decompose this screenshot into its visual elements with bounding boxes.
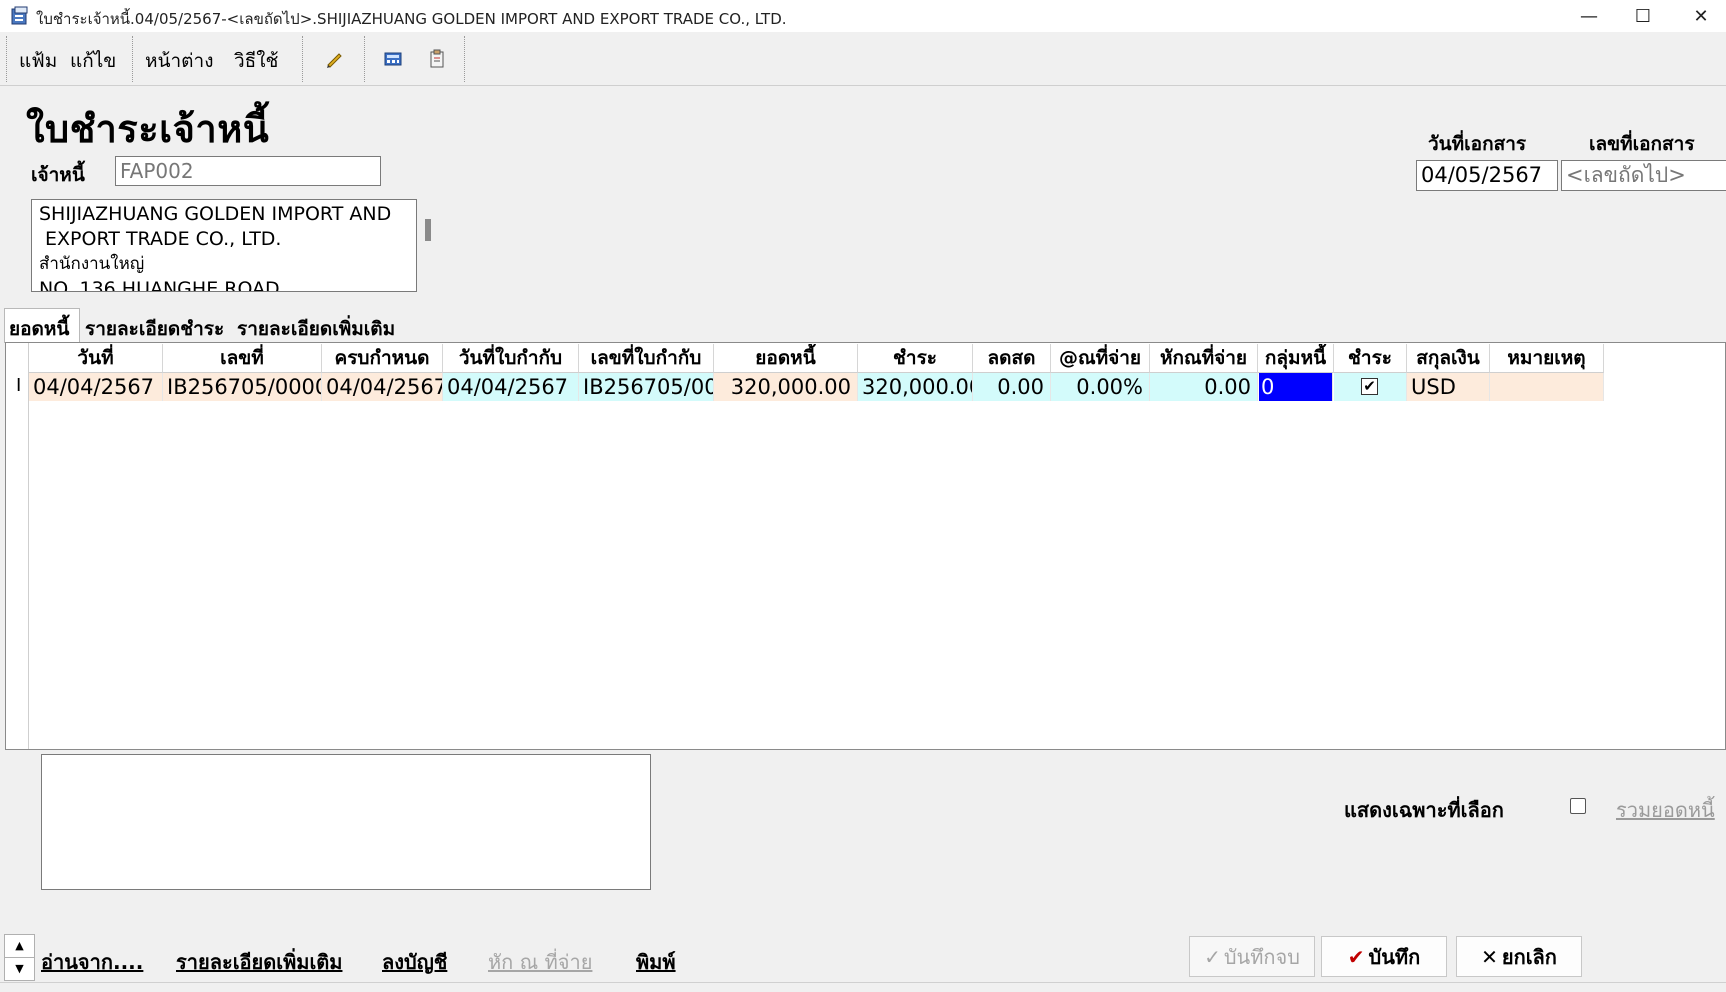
col-invoice-number[interactable]: เลขที่ใบกำกับ: [579, 344, 714, 373]
tab-debt[interactable]: ยอดหนี้: [5, 312, 73, 346]
minimize-button[interactable]: —: [1560, 0, 1618, 32]
window-title: ใบชำระเจ้าหนี้.04/05/2567-<เลขถัดไป>.SHI…: [36, 10, 787, 28]
creditor-label: เจ้าหนี้: [31, 164, 85, 186]
col-paid-flag[interactable]: ชำระ: [1334, 344, 1407, 373]
creditor-field[interactable]: FAP002: [115, 156, 381, 186]
read-from-link[interactable]: อ่านจาก....: [41, 946, 143, 978]
cell-note[interactable]: [1490, 373, 1604, 401]
cell-invoice-number[interactable]: IB256705/00001: [579, 373, 714, 401]
address-line: EXPORT TRADE CO., LTD.: [39, 228, 282, 250]
toolbar-separator: [132, 36, 135, 82]
cancel-label: ยกเลิก: [1501, 944, 1557, 969]
tab-more-details[interactable]: รายละเอียดเพิ่มเติม: [233, 312, 399, 346]
clipboard-icon[interactable]: [426, 48, 448, 70]
more-details-link[interactable]: รายละเอียดเพิ่มเติม: [176, 946, 342, 978]
col-wht-rate[interactable]: @ณที่จ่าย: [1051, 344, 1150, 373]
col-date[interactable]: วันที่: [29, 344, 163, 373]
tab-payment-details[interactable]: รายละเอียดชำระ: [81, 312, 228, 346]
print-link[interactable]: พิมพ์: [636, 946, 676, 978]
address-textarea[interactable]: SHIJIAZHUANG GOLDEN IMPORT AND EXPORT TR…: [31, 199, 417, 292]
col-cash-discount[interactable]: ลดสด: [973, 344, 1051, 373]
menu-edit[interactable]: แก้ไข: [70, 46, 116, 76]
row-cursor-marker: I: [16, 375, 22, 396]
col-note[interactable]: หมายเหตุ: [1490, 344, 1604, 373]
paid-checkbox[interactable]: ✔: [1361, 378, 1378, 395]
app-icon: [11, 6, 28, 25]
doc-date-field[interactable]: 04/05/2567: [1416, 160, 1558, 191]
toolbar-separator: [364, 36, 367, 82]
toolbar-separator: [6, 36, 9, 82]
toolbar-separator: [302, 36, 305, 82]
cancel-button[interactable]: ✕ ยกเลิก: [1456, 936, 1582, 977]
address-line: NO. 136 HUANGHE ROAD: [39, 278, 280, 292]
address-line: สำนักงานใหญ่: [39, 254, 145, 274]
withholding-tax-link[interactable]: หัก ณ ที่จ่าย: [488, 946, 592, 978]
cell-wht-amount[interactable]: 0.00: [1150, 373, 1258, 401]
cell-date[interactable]: 04/04/2567: [29, 373, 163, 401]
doc-number-label: เลขที่เอกสาร: [1589, 133, 1695, 155]
cell-debt-group[interactable]: 0: [1259, 373, 1333, 401]
debt-grid[interactable]: [5, 342, 1726, 750]
cell-number[interactable]: IB256705/00001: [163, 373, 322, 401]
row-gutter: [6, 343, 29, 749]
col-wht-amount[interactable]: หักณที่จ่าย: [1150, 344, 1258, 373]
memo-textarea[interactable]: [41, 754, 651, 890]
address-line: SHIJIAZHUANG GOLDEN IMPORT AND: [39, 203, 392, 225]
show-selected-label: แสดงเฉพาะที่เลือก: [1344, 798, 1504, 822]
calculator-icon[interactable]: [382, 48, 404, 70]
save-and-close-label: บันทึกจบ: [1223, 944, 1300, 969]
cell-due-date[interactable]: 04/04/2567: [322, 373, 443, 401]
post-ledger-link[interactable]: ลงบัญชี: [382, 946, 447, 978]
cell-debt-amount[interactable]: 320,000.00: [714, 373, 858, 401]
show-selected-checkbox[interactable]: [1570, 798, 1586, 814]
save-label: บันทึก: [1368, 944, 1421, 969]
col-pay-amount[interactable]: ชำระ: [858, 344, 973, 373]
col-currency[interactable]: สกุลเงิน: [1407, 344, 1490, 373]
check-icon: ✔: [1347, 944, 1365, 969]
cell-cash-discount[interactable]: 0.00: [973, 373, 1051, 401]
scroll-down-button[interactable]: ▼: [4, 957, 35, 981]
col-invoice-date[interactable]: วันที่ใบกำกับ: [443, 344, 579, 373]
col-debt-amount[interactable]: ยอดหนี้: [714, 344, 858, 373]
menu-help[interactable]: วิธีใช้: [234, 46, 278, 76]
save-button[interactable]: ✔ บันทึก: [1321, 936, 1447, 977]
check-icon: ✓: [1204, 944, 1221, 969]
doc-date-label: วันที่เอกสาร: [1428, 133, 1527, 155]
maximize-button[interactable]: ☐: [1614, 0, 1672, 32]
save-and-close-button[interactable]: ✓ บันทึกจบ: [1189, 936, 1315, 977]
cell-wht-rate[interactable]: 0.00%: [1051, 373, 1150, 401]
col-debt-group[interactable]: กลุ่มหนี้: [1258, 344, 1334, 373]
cell-pay-amount[interactable]: 320,000.00: [858, 373, 973, 401]
page-title: ใบชำระเจ้าหนี้: [26, 107, 270, 151]
menu-file[interactable]: แฟ้ม: [19, 46, 57, 76]
cell-invoice-date[interactable]: 04/04/2567: [443, 373, 579, 401]
sum-debt-link[interactable]: รวมยอดหนี้: [1616, 794, 1715, 826]
doc-number-field[interactable]: <เลขถัดไป>: [1561, 160, 1726, 191]
close-icon: ✕: [1481, 944, 1498, 969]
menu-window[interactable]: หน้าต่าง: [145, 46, 213, 76]
close-window-button[interactable]: ✕: [1672, 0, 1726, 32]
cell-currency[interactable]: USD: [1407, 373, 1490, 401]
col-number[interactable]: เลขที่: [163, 344, 322, 373]
scroll-up-button[interactable]: ▲: [4, 934, 35, 958]
address-scrollbar[interactable]: [425, 219, 431, 241]
toolbar-separator: [464, 36, 467, 82]
pencil-icon[interactable]: [324, 48, 346, 70]
col-due-date[interactable]: ครบกำหนด: [322, 344, 443, 373]
